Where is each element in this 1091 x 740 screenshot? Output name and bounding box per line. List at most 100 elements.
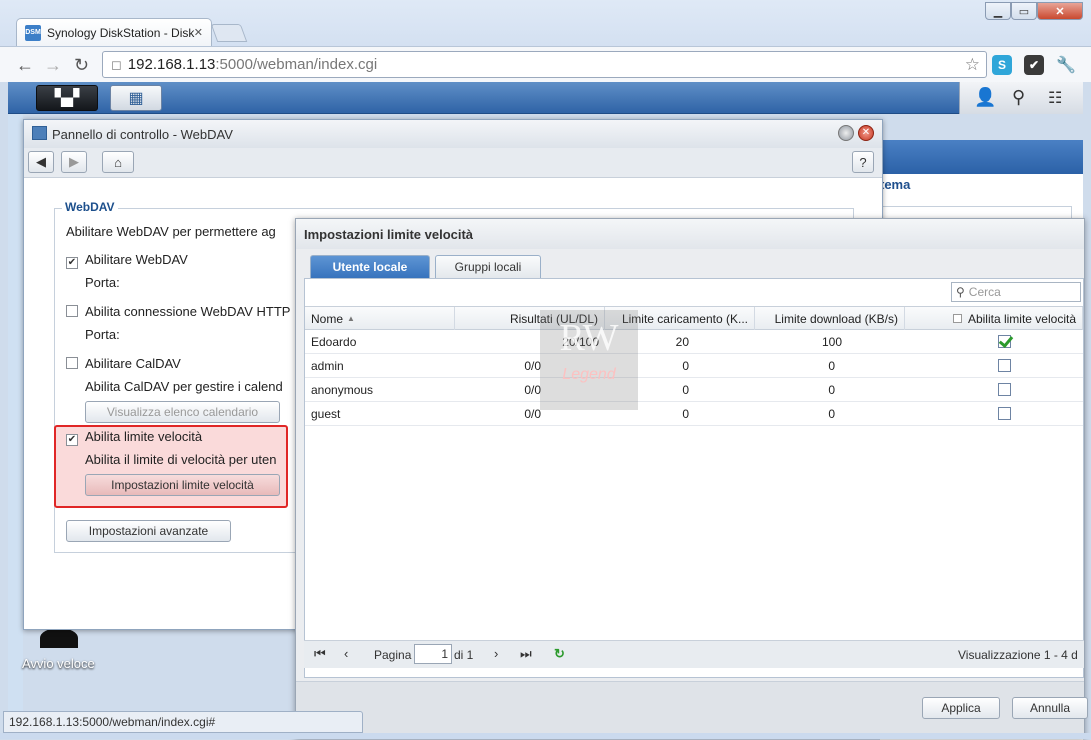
globe-icon: ◻: [111, 56, 122, 72]
help-button[interactable]: ?: [852, 151, 874, 173]
enable-caldav-label: Abilitare CalDAV: [85, 356, 181, 371]
quick-launch-label[interactable]: Avvio veloce: [22, 656, 95, 671]
apply-button[interactable]: Applica: [922, 697, 1000, 719]
cell-results: 0/0: [524, 382, 541, 397]
row-enable-checkbox[interactable]: [998, 383, 1011, 396]
search-icon: ⚲: [956, 285, 965, 299]
page-label: Pagina: [374, 648, 412, 662]
enable-speed-limit-row[interactable]: ✔ Abilita limite velocità: [66, 429, 202, 446]
https-port-label: Porta:: [85, 327, 120, 342]
close-circle-icon[interactable]: ✕: [858, 125, 874, 141]
home-icon: ⌂: [114, 154, 122, 170]
back-arrow-icon[interactable]: ←: [16, 55, 34, 76]
enable-webdav-checkbox[interactable]: ✔: [66, 257, 78, 269]
pager-display-text: Visualizzazione 1 - 4 d: [958, 648, 1078, 662]
webdav-intro: Abilitare WebDAV per permettere ag: [66, 224, 276, 239]
grid-icon: ▚▞: [54, 90, 80, 107]
select-all-checkbox[interactable]: [952, 314, 962, 323]
next-page-icon[interactable]: ›: [494, 646, 498, 661]
forward-button[interactable]: ▶: [61, 151, 87, 173]
calendar-list-button[interactable]: Visualizza elenco calendario: [85, 401, 280, 423]
url-path: :5000/webman/index.cgi: [215, 56, 378, 73]
enable-speed-limit-label: Abilita limite velocità: [85, 429, 203, 444]
forward-arrow-icon[interactable]: →: [44, 55, 62, 76]
cell-results: 0/0: [524, 406, 541, 421]
row-enable-checkbox[interactable]: [998, 359, 1011, 372]
enable-https-checkbox[interactable]: [66, 305, 78, 317]
control-panel-titlebar: Pannello di controllo - WebDAV ✕: [24, 120, 882, 148]
advanced-settings-button[interactable]: Impostazioni avanzate: [66, 520, 231, 542]
table-row[interactable]: Edoardo 20/100 20 100: [305, 330, 1083, 354]
control-panel-icon: [32, 126, 47, 140]
last-page-icon[interactable]: ⏭: [520, 646, 532, 662]
cell-name: Edoardo: [311, 334, 357, 349]
page-number-input[interactable]: 1: [414, 644, 452, 664]
column-header-enable-label: Abilita limite velocità: [967, 311, 1076, 326]
grid-pager: ⏮ ‹ Pagina 1 di 1 › ⏭ ↻ Visualizzazione …: [304, 640, 1084, 668]
cell-name: guest: [311, 406, 341, 421]
cell-enable: [998, 378, 1011, 401]
dsm-taskbar: ▚▞ ▦ 👤 ⚲ ☷: [8, 82, 1083, 114]
home-button[interactable]: ⌂: [102, 151, 134, 173]
skype-extension-icon[interactable]: S: [992, 55, 1012, 75]
row-enable-checkbox[interactable]: [998, 407, 1011, 420]
new-tab-button[interactable]: [210, 24, 248, 42]
first-page-icon[interactable]: ⏮: [314, 646, 326, 662]
control-panel-title: Pannello di controllo - WebDAV: [52, 126, 233, 142]
reload-icon[interactable]: ↻: [74, 55, 89, 76]
sort-asc-icon: ▲: [347, 314, 355, 323]
prev-page-icon[interactable]: ‹: [344, 646, 348, 661]
cancel-button[interactable]: Annulla: [1012, 697, 1088, 719]
table-row[interactable]: guest 0/0 0 0: [305, 402, 1083, 426]
taskbar-tray: 👤 ⚲ ☷: [959, 82, 1083, 114]
back-button[interactable]: ◀: [28, 151, 54, 173]
url-host: 192.168.1.13: [127, 56, 216, 73]
cell-enable: [998, 402, 1011, 425]
extension-icon[interactable]: ✔: [1024, 55, 1044, 75]
table-row[interactable]: admin 0/0 0 0: [305, 354, 1083, 378]
maximize-button[interactable]: ▭: [1011, 2, 1037, 20]
control-panel-taskbar-button[interactable]: ▦: [110, 85, 162, 111]
browser-toolbar: ← → ↻ ◻ 192.168.1.13:5000/webman/index.c…: [0, 46, 1091, 82]
enable-speed-limit-checkbox[interactable]: ✔: [66, 434, 78, 446]
cell-name: admin: [311, 358, 344, 373]
table-row[interactable]: anonymous 0/0 0 0: [305, 378, 1083, 402]
tab-close-icon[interactable]: ✕: [194, 26, 203, 39]
wrench-icon[interactable]: 🔧: [1056, 55, 1076, 75]
column-header-enable[interactable]: Abilita limite velocità: [905, 307, 1083, 330]
user-icon[interactable]: 👤: [974, 87, 996, 108]
column-header-download[interactable]: Limite download (KB/s): [755, 307, 905, 330]
enable-webdav-row[interactable]: ✔ Abilitare WebDAV: [66, 252, 188, 269]
tab-local-user[interactable]: Utente locale: [310, 255, 430, 278]
speed-limit-description: Abilita il limite di velocità per uten: [85, 452, 277, 467]
address-bar[interactable]: ◻ 192.168.1.13:5000/webman/index.cgi ☆: [102, 51, 987, 78]
search-input[interactable]: ⚲ Cerca: [951, 282, 1081, 302]
cell-enable: [998, 354, 1011, 377]
speed-limit-settings-button[interactable]: Impostazioni limite velocità: [85, 474, 280, 496]
search-icon[interactable]: ⚲: [1012, 87, 1025, 108]
row-enable-checkbox[interactable]: [998, 335, 1011, 348]
system-info-title: tema: [880, 177, 911, 192]
monitor-icon: ▦: [128, 90, 144, 107]
enable-caldav-row[interactable]: Abilitare CalDAV: [66, 356, 181, 371]
minimize-button[interactable]: ▁: [985, 2, 1011, 20]
quick-launch-icon[interactable]: [40, 628, 78, 648]
bookmark-star-icon[interactable]: ☆: [965, 55, 980, 75]
browser-tab[interactable]: DSM Synology DiskStation - Disk ✕: [16, 18, 212, 46]
status-bar: 192.168.1.13:5000/webman/index.cgi#: [3, 711, 363, 733]
widgets-icon[interactable]: ☷: [1048, 88, 1062, 108]
column-header-name[interactable]: Nome ▲: [305, 307, 455, 330]
main-menu-button[interactable]: ▚▞: [36, 85, 98, 111]
enable-https-row[interactable]: Abilita connessione WebDAV HTTP: [66, 304, 290, 319]
tab-local-groups[interactable]: Gruppi locali: [435, 255, 541, 278]
desktop-strip: [8, 114, 23, 714]
page-total: di 1: [454, 648, 474, 662]
minimize-circle-icon[interactable]: [838, 125, 854, 141]
enable-caldav-checkbox[interactable]: [66, 357, 78, 369]
window-close-button[interactable]: ✕: [1037, 2, 1083, 20]
control-panel-toolbar: ◀ ▶ ⌂ ?: [24, 148, 882, 178]
refresh-icon[interactable]: ↻: [554, 646, 565, 662]
webdav-port-label: Porta:: [85, 275, 120, 290]
watermark-bottom: Legend: [562, 366, 616, 383]
cell-results: 0/0: [524, 358, 541, 373]
